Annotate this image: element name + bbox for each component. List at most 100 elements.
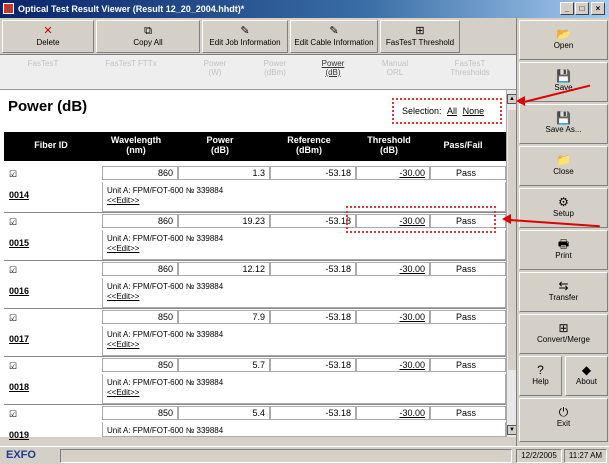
pass-fail-cell: Pass [430, 310, 506, 324]
maximize-button[interactable]: □ [575, 2, 589, 15]
tab-fastest-thresholds[interactable]: FasTesT Thresholds [435, 59, 505, 77]
reference-cell: -53.18 [270, 406, 356, 420]
table-row: ☑ 0017 850 7.9 -53.18 -30.00 Pass Unit A… [4, 310, 506, 357]
annotation-arrowhead [502, 214, 511, 224]
printer-icon: 🖶 [557, 237, 570, 251]
power-icon: ⏻ [558, 405, 569, 419]
print-button[interactable]: 🖶 Print [519, 230, 608, 270]
pass-fail-cell: Pass [430, 262, 506, 276]
command-sidebar: 📂 Open 💾 Save 💾 Save As... 📁 Close ⚙ Set… [516, 18, 609, 446]
edit-job-icon: ✎ [240, 25, 250, 37]
table-header: Fiber ID Wavelength (nm) Power (dB) Refe… [4, 132, 506, 161]
open-button[interactable]: 📂 Open [519, 20, 608, 60]
copy-all-button[interactable]: ⧉ Copy All [96, 20, 200, 53]
unit-note: Unit A: FPM/FOT-600 № 339884 [102, 422, 506, 437]
save-button[interactable]: 💾 Save [519, 62, 608, 102]
tab-fastest-fttx[interactable]: FasTesT FTTx [96, 59, 166, 68]
setup-tools-icon: ⚙ [558, 195, 569, 209]
threshold-cell[interactable]: -30.00 [356, 406, 430, 420]
header-wavelength: Wavelength (nm) [110, 135, 162, 155]
about-button[interactable]: ◆ About [565, 356, 608, 396]
reference-cell: -53.18 [270, 358, 356, 372]
power-cell: 19.23 [178, 214, 270, 228]
tab-power-db[interactable]: Power (dB) [308, 59, 358, 77]
threshold-cell[interactable]: -30.00 [356, 310, 430, 324]
status-date: 12/2/2005 [516, 449, 562, 463]
tab-fastest[interactable]: FasTesT [18, 59, 68, 68]
selection-box: Selection: All None [392, 98, 502, 124]
row-checkbox[interactable]: ☑ [9, 314, 19, 323]
edit-cable-button[interactable]: ✎ Edit Cable Information [290, 20, 378, 53]
tab-manual-orl[interactable]: Manual ORL [370, 59, 420, 77]
floppy-icon: 💾 [556, 111, 571, 125]
status-time: 11:27 AM [564, 449, 607, 463]
edit-job-button[interactable]: ✎ Edit Job Information [202, 20, 288, 53]
window-title: Optical Test Result Viewer (Result 12_20… [18, 4, 245, 14]
header-threshold: Threshold (dB) [367, 135, 411, 155]
unit-note: Unit A: FPM/FOT-600 № 339884 <<Edit>> [102, 278, 506, 308]
fiber-id[interactable]: 0014 [9, 190, 29, 200]
tab-power-w[interactable]: Power (W) [190, 59, 240, 77]
vertical-scrollbar[interactable]: ▲ ▼ [506, 90, 517, 437]
reference-cell: -53.18 [270, 214, 356, 228]
edit-link[interactable]: <<Edit>> [107, 196, 505, 206]
fiber-id[interactable]: 0019 [9, 430, 29, 440]
tab-power-dbm[interactable]: Power (dBm) [250, 59, 300, 77]
row-checkbox[interactable]: ☑ [9, 266, 19, 275]
scroll-thumb[interactable] [508, 110, 516, 370]
floppy-icon: 💾 [556, 69, 571, 83]
table-row: ☑ 0018 850 5.7 -53.18 -30.00 Pass Unit A… [4, 358, 506, 405]
row-checkbox[interactable]: ☑ [9, 170, 19, 179]
unit-note: Unit A: FPM/FOT-600 № 339884 <<Edit>> [102, 374, 506, 404]
page-title: Power (dB) [8, 98, 88, 115]
close-file-button[interactable]: 📁 Close [519, 146, 608, 186]
folder-open-icon: 📂 [556, 27, 571, 41]
row-checkbox[interactable]: ☑ [9, 362, 19, 371]
pass-fail-cell: Pass [430, 358, 506, 372]
edit-link[interactable]: <<Edit>> [107, 244, 505, 254]
unit-note: Unit A: FPM/FOT-600 № 339884 <<Edit>> [102, 230, 506, 260]
threshold-cell[interactable]: -30.00 [356, 358, 430, 372]
power-cell: 7.9 [178, 310, 270, 324]
convert-merge-button[interactable]: ⊞ Convert/Merge [519, 314, 608, 354]
delete-button[interactable]: ✕ Delete [2, 20, 94, 53]
help-button[interactable]: ? Help [519, 356, 562, 396]
fiber-id[interactable]: 0017 [9, 334, 29, 344]
folder-icon: 📁 [556, 153, 571, 167]
fastest-threshold-button[interactable]: ⊞ FasTesT Threshold [380, 20, 460, 53]
unit-info: Unit A: FPM/FOT-600 № 339884 [107, 282, 224, 291]
transfer-button[interactable]: ⇆ Transfer [519, 272, 608, 312]
fiber-id[interactable]: 0016 [9, 286, 29, 296]
unit-info: Unit A: FPM/FOT-600 № 339884 [107, 378, 224, 387]
close-button[interactable]: × [591, 2, 605, 15]
status-message [60, 449, 512, 463]
minimize-button[interactable]: _ [560, 2, 574, 15]
save-as-button[interactable]: 💾 Save As... [519, 104, 608, 144]
pass-fail-cell: Pass [430, 166, 506, 180]
select-all-link[interactable]: All [447, 106, 457, 116]
title-bar: Optical Test Result Viewer (Result 12_20… [0, 0, 609, 18]
exit-button[interactable]: ⏻ Exit [519, 398, 608, 442]
row-checkbox[interactable]: ☑ [9, 410, 19, 419]
fiber-id[interactable]: 0018 [9, 382, 29, 392]
toolbar: ✕ Delete ⧉ Copy All ✎ Edit Job Informati… [0, 18, 516, 55]
fiber-id[interactable]: 0015 [9, 238, 29, 248]
results-panel: Power (dB) Selection: All None Fiber ID … [0, 90, 506, 440]
row-checkbox[interactable]: ☑ [9, 218, 19, 227]
edit-link[interactable]: <<Edit>> [107, 340, 505, 350]
threshold-cell[interactable]: -30.00 [356, 262, 430, 276]
power-cell: 5.7 [178, 358, 270, 372]
header-pass-fail: Pass/Fail [443, 140, 483, 150]
reference-cell: -53.18 [270, 166, 356, 180]
header-power: Power (dB) [206, 135, 234, 155]
select-none-link[interactable]: None [463, 106, 485, 116]
unit-info: Unit A: FPM/FOT-600 № 339884 [107, 330, 224, 339]
threshold-cell[interactable]: -30.00 [356, 166, 430, 180]
edit-link[interactable]: <<Edit>> [107, 388, 505, 398]
help-icon: ? [537, 363, 544, 377]
wavelength-cell: 850 [102, 310, 178, 324]
edit-link[interactable]: <<Edit>> [107, 292, 505, 302]
table-row: ☑ 0019 850 5.4 -53.18 -30.00 Pass Unit A… [4, 406, 506, 440]
transfer-icon: ⇆ [558, 279, 569, 293]
wavelength-cell: 860 [102, 214, 178, 228]
